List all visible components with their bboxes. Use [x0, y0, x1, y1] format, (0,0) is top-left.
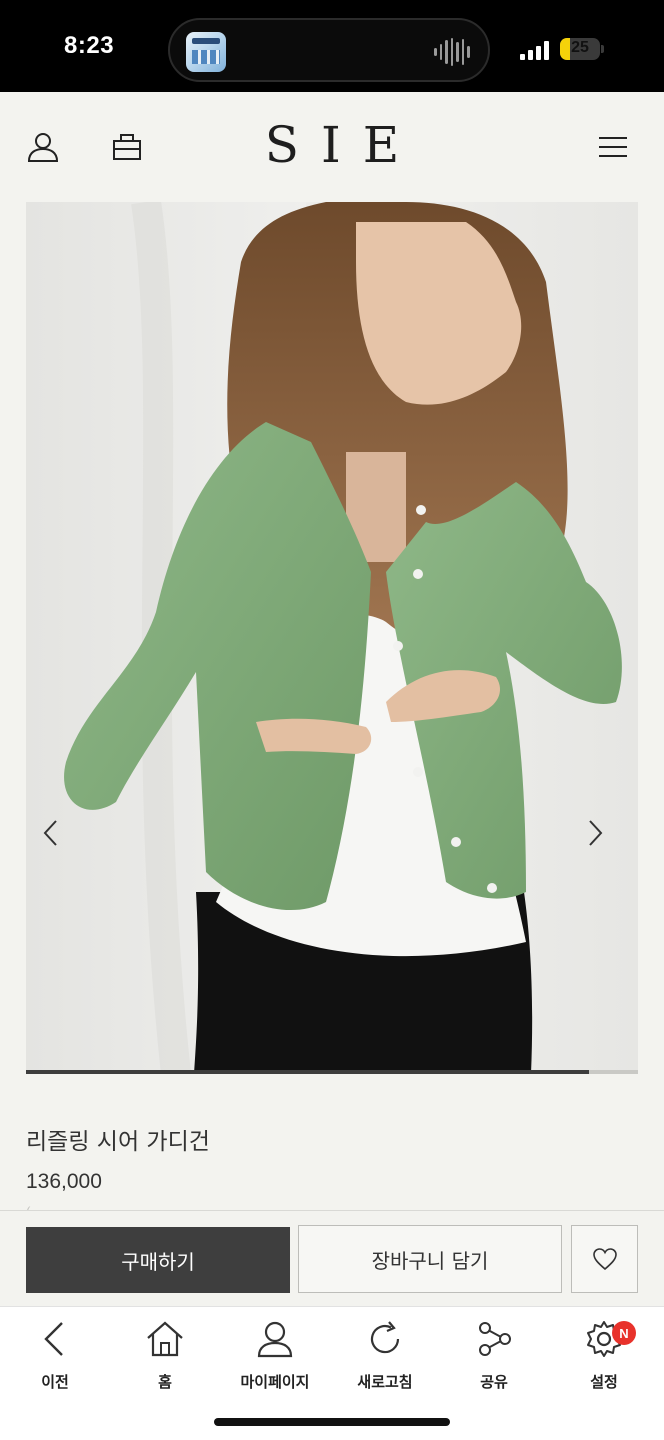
audio-wave-icon [434, 38, 471, 66]
refresh-icon [370, 1321, 400, 1354]
status-time: 8:23 [64, 32, 115, 59]
site-header: SIE [0, 92, 664, 202]
status-bar: 8:23 25 [0, 0, 664, 92]
battery-cap [601, 45, 604, 53]
wishlist-button[interactable] [571, 1225, 638, 1293]
carousel-next-button[interactable] [586, 818, 626, 866]
toolbar-label: 마이페이지 [240, 1373, 310, 1391]
toolbar-mypage[interactable]: 마이페이지 [225, 1319, 325, 1399]
settings-new-badge: N [612, 1321, 636, 1345]
toolbar-home[interactable]: 홈 [115, 1319, 215, 1399]
product-image[interactable] [26, 202, 638, 1074]
toolbar-label: 이전 [41, 1373, 69, 1391]
menu-icon[interactable] [596, 130, 630, 164]
dynamic-island[interactable] [168, 18, 490, 82]
toolbar-back[interactable]: 이전 [5, 1319, 105, 1399]
person-icon [257, 1321, 293, 1358]
cellular-signal-icon [520, 40, 552, 60]
carousel-progress-track [26, 1070, 638, 1074]
toolbar-label: 새로고침 [357, 1373, 413, 1391]
toolbar-share[interactable]: 공유 [444, 1319, 544, 1399]
toolbar-label: 공유 [480, 1373, 508, 1391]
toolbar-refresh[interactable]: 새로고침 [335, 1319, 435, 1399]
add-to-cart-button[interactable]: 장바구니 담기 [298, 1225, 562, 1293]
product-photo-green-cardigan [26, 202, 638, 1074]
island-app-icon [186, 32, 226, 72]
carousel-prev-button[interactable] [40, 818, 80, 866]
battery-icon: 25 [560, 38, 600, 60]
share-icon [479, 1322, 511, 1356]
product-price: 136,000 [26, 1170, 102, 1193]
home-indicator[interactable] [214, 1418, 450, 1426]
home-icon [147, 1321, 183, 1357]
toolbar-label: 홈 [158, 1373, 172, 1391]
chevron-left-icon [43, 820, 57, 846]
buy-button[interactable]: 구매하기 [26, 1227, 290, 1293]
purchase-bar: 구매하기 장바구니 담기 [0, 1210, 664, 1306]
chevron-right-icon [589, 820, 603, 846]
back-arrow-icon [44, 1322, 63, 1356]
product-name: 리즐링 시어 가디건 [26, 1129, 210, 1155]
carousel-progress-fill [26, 1070, 590, 1074]
battery-level: 25 [571, 39, 589, 56]
toolbar-settings[interactable]: N 설정 [554, 1319, 654, 1399]
toolbar-label: 설정 [590, 1373, 618, 1391]
brand-logo[interactable]: SIE [0, 116, 664, 174]
heart-icon [592, 1248, 617, 1271]
